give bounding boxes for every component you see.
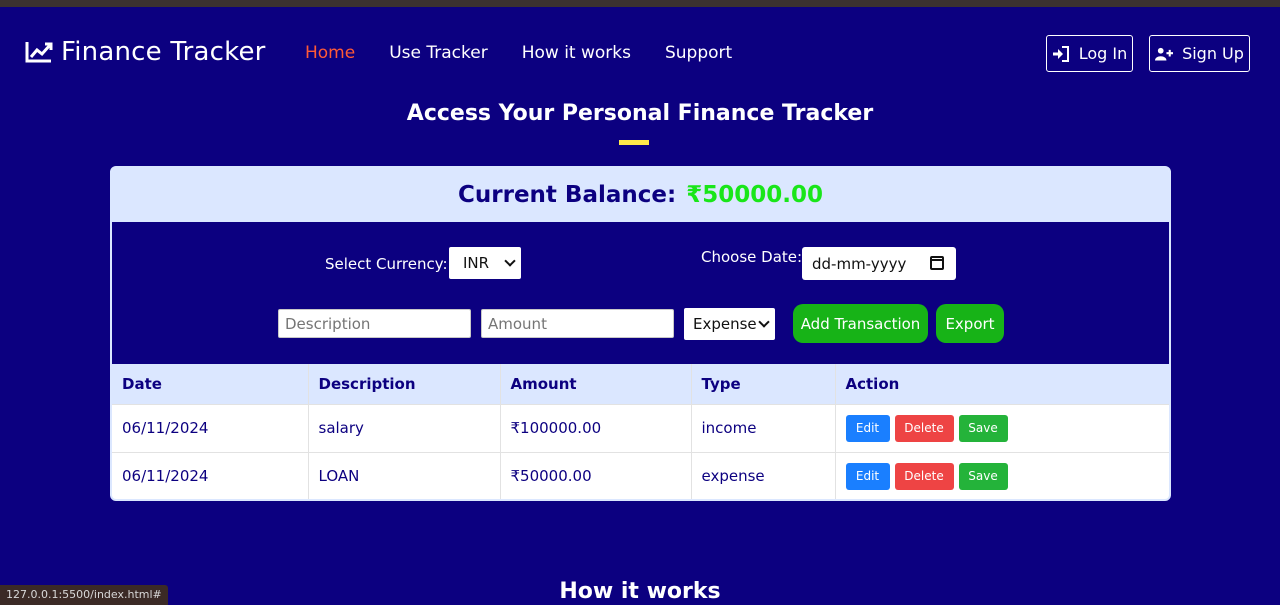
nav-support[interactable]: Support: [665, 43, 732, 63]
table-header-row: Date Description Amount Type Action: [112, 364, 1169, 404]
main-nav: Home Use Tracker How it works Support: [305, 43, 732, 63]
page-title: Access Your Personal Finance Tracker: [406, 101, 874, 126]
col-date: Date: [112, 364, 308, 404]
date-input[interactable]: dd-mm-yyyy: [802, 247, 956, 280]
cell-date: 06/11/2024: [112, 403, 308, 452]
currency-label: Select Currency:: [325, 255, 448, 273]
sign-in-icon: [1052, 45, 1069, 62]
cell-description: salary: [307, 403, 500, 452]
transactions-table: Date Description Amount Type Action 06/1…: [112, 364, 1169, 499]
cell-amount: ₹50000.00: [499, 451, 691, 499]
calendar-icon[interactable]: [930, 256, 944, 270]
date-label: Choose Date:: [701, 248, 803, 266]
delete-button[interactable]: Delete: [894, 462, 954, 490]
user-plus-icon: [1155, 47, 1174, 61]
browser-top-strip: [0, 0, 1280, 7]
nav-use-tracker[interactable]: Use Tracker: [389, 43, 488, 63]
description-input[interactable]: [278, 309, 471, 338]
how-it-works-heading: How it works: [559, 579, 721, 604]
transaction-form: Select Currency: INR Choose Date: dd-mm-…: [112, 222, 1169, 364]
signup-button[interactable]: Sign Up: [1149, 35, 1250, 72]
amount-input[interactable]: [481, 309, 674, 338]
login-button[interactable]: Log In: [1046, 35, 1133, 72]
delete-button[interactable]: Delete: [894, 414, 954, 442]
balance-label: Current Balance:: [458, 182, 677, 208]
table-row: 06/11/2024 salary ₹100000.00 income Edit…: [112, 403, 1169, 452]
edit-button[interactable]: Edit: [845, 414, 890, 442]
save-button[interactable]: Save: [958, 414, 1008, 442]
save-button[interactable]: Save: [958, 462, 1008, 490]
cell-type: income: [690, 403, 835, 452]
login-label: Log In: [1078, 44, 1128, 63]
col-type: Type: [690, 364, 835, 404]
nav-home[interactable]: Home: [305, 43, 355, 63]
signup-label: Sign Up: [1182, 44, 1244, 63]
add-transaction-button[interactable]: Add Transaction: [793, 304, 928, 343]
type-value: Expense: [693, 315, 757, 333]
col-description: Description: [307, 364, 500, 404]
cell-type: expense: [690, 451, 835, 499]
cell-description: LOAN: [307, 451, 500, 499]
heading-underline: [619, 140, 649, 145]
currency-select[interactable]: INR: [449, 247, 521, 279]
cell-actions: Edit Delete Save: [834, 451, 1169, 499]
currency-value: INR: [463, 254, 490, 272]
col-amount: Amount: [499, 364, 691, 404]
cell-date: 06/11/2024: [112, 451, 308, 499]
date-value: dd-mm-yyyy: [812, 254, 907, 273]
balance-header: Current Balance: ₹50000.00: [112, 168, 1169, 222]
edit-button[interactable]: Edit: [845, 462, 890, 490]
cell-actions: Edit Delete Save: [834, 403, 1169, 452]
chevron-down-icon: [758, 316, 770, 328]
table-row: 06/11/2024 LOAN ₹50000.00 expense Edit De…: [112, 451, 1169, 499]
chart-line-icon: [25, 42, 53, 63]
export-button[interactable]: Export: [936, 304, 1004, 343]
balance-value: ₹50000.00: [686, 182, 823, 208]
tracker-card: Current Balance: ₹50000.00 Select Curren…: [110, 166, 1171, 501]
nav-how-it-works[interactable]: How it works: [522, 43, 631, 63]
brand-logo[interactable]: Finance Tracker: [25, 37, 266, 67]
cell-amount: ₹100000.00: [499, 403, 691, 452]
chevron-down-icon: [504, 255, 516, 267]
type-select[interactable]: Expense: [684, 308, 775, 340]
brand-title: Finance Tracker: [61, 37, 266, 67]
status-bar-url: 127.0.0.1:5500/index.html#: [0, 585, 168, 605]
col-action: Action: [834, 364, 1169, 404]
